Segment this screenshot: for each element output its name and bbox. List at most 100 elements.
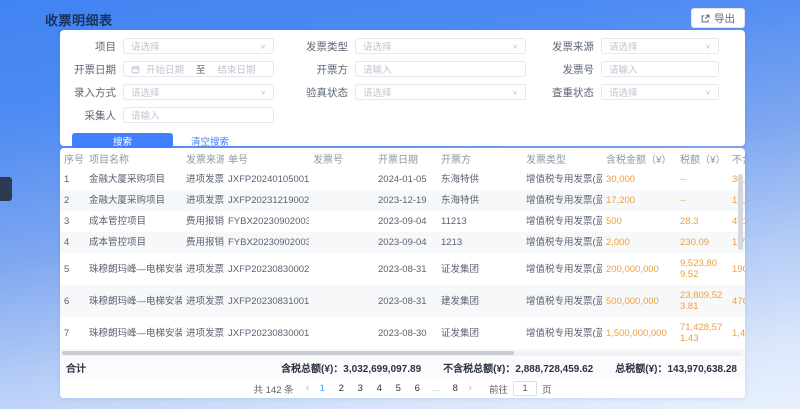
table-row: 5珠穆朗玛峰—电梯安装进项发票JXFP202308300022023-08-31… <box>60 253 745 285</box>
page-button[interactable]: 3 <box>354 383 366 394</box>
table-row: 6珠穆朗玛峰—电梯安装进项发票JXFP202308310012023-08-31… <box>60 285 745 317</box>
table-row: 7珠穆朗玛峰—电梯安装进项发票JXFP202308300012023-08-30… <box>60 317 745 349</box>
cell-issuer: 东海特供 <box>437 169 522 190</box>
cell-no: 1 <box>60 169 85 190</box>
column-header: 含税金额（¥） <box>602 148 676 169</box>
total-incl-tax: 含税总额(¥)：3,032,699,097.89 <box>281 360 421 375</box>
filter-select[interactable]: 请选择∨ <box>355 38 526 54</box>
filter-input[interactable]: 请输入 <box>601 61 719 77</box>
prev-page-icon[interactable]: ‹ <box>306 383 310 394</box>
filter-field-label: 验真状态 <box>290 85 348 100</box>
date-range-picker[interactable]: 开始日期至结束日期 <box>123 61 274 77</box>
page-list: 123456...8 <box>316 383 461 394</box>
filter-field: 项目请选择∨ <box>64 38 290 54</box>
cell-date: 2023-09-04 <box>374 211 437 232</box>
column-header: 发票号 <box>309 148 374 169</box>
filter-select[interactable]: 请选择∨ <box>601 84 719 100</box>
cell-invoice-no <box>309 190 374 211</box>
input-placeholder: 请输入 <box>363 62 392 76</box>
clear-search-link[interactable]: 清空搜索 <box>191 134 229 148</box>
filter-select[interactable]: 请选择∨ <box>123 84 274 100</box>
cell-project: 成本管控项目 <box>85 211 182 232</box>
cell-project: 金融大厦采购项目 <box>85 190 182 211</box>
page-title: 收票明细表 <box>45 10 113 29</box>
column-header: 单号 <box>224 148 309 169</box>
page-button[interactable]: 6 <box>411 383 423 394</box>
search-button[interactable]: 搜索 <box>72 133 173 148</box>
pagination: 共 142 条 ‹ 123456...8 › 前往 页 <box>60 379 745 398</box>
filter-select[interactable]: 请选择∨ <box>355 84 526 100</box>
cell-type: 增值税专用发票(蓝) <box>522 317 602 349</box>
filter-field: 录入方式请选择∨ <box>64 84 290 100</box>
table-scroll-area: 序号项目名称发票来源单号发票号开票日期开票方发票类型含税金额（¥）税额（¥）不含… <box>60 148 745 355</box>
cell-doc-no: FYBX20230902003 <box>224 232 309 253</box>
cell-no: 6 <box>60 285 85 317</box>
cell-date: 2023-09-04 <box>374 232 437 253</box>
cell-issuer: 1213 <box>437 232 522 253</box>
cell-no: 3 <box>60 211 85 232</box>
cell-amount-incl: 2,000 <box>602 232 676 253</box>
cell-no: 2 <box>60 190 85 211</box>
filter-select[interactable]: 请选择∨ <box>123 38 274 54</box>
filter-field: 发票号请输入 <box>542 61 735 77</box>
cell-invoice-no <box>309 169 374 190</box>
export-button-label: 导出 <box>714 11 735 26</box>
page-button[interactable]: 4 <box>373 383 385 394</box>
cell-date: 2023-12-19 <box>374 190 437 211</box>
column-header: 发票类型 <box>522 148 602 169</box>
chevron-down-icon: ∨ <box>260 42 266 49</box>
sidebar-collapsed-handle[interactable] <box>0 177 12 201</box>
export-button[interactable]: 导出 <box>691 8 745 28</box>
page-button[interactable]: 1 <box>316 383 328 394</box>
page-button[interactable]: 8 <box>449 383 461 394</box>
select-placeholder: 请选择 <box>609 85 638 99</box>
cell-tax: 230.09 <box>676 232 728 253</box>
cell-amount-incl: 500,000,000 <box>602 285 676 317</box>
cell-tax: 71,428,571.43 <box>676 317 728 349</box>
cell-issuer: 证发集团 <box>437 317 522 349</box>
summary-totals: 含税总额(¥)：3,032,699,097.89 不含税总额(¥)：2,888,… <box>281 360 739 375</box>
invoice-table-card: 序号项目名称发票来源单号发票号开票日期开票方发票类型含税金额（¥）税额（¥）不含… <box>60 148 745 398</box>
table-row: 3成本管控项目费用报销FYBX202309020032023-09-041121… <box>60 211 745 232</box>
cell-no: 5 <box>60 253 85 285</box>
horizontal-scrollbar[interactable] <box>62 351 514 355</box>
column-header: 开票日期 <box>374 148 437 169</box>
column-header: 税额（¥） <box>676 148 728 169</box>
filter-select[interactable]: 请选择∨ <box>601 38 719 54</box>
cell-tax: 28.3 <box>676 211 728 232</box>
horizontal-scrollbar-track <box>62 351 741 355</box>
cell-amount-incl: 500 <box>602 211 676 232</box>
filter-input[interactable]: 请输入 <box>355 61 526 77</box>
chevron-down-icon: ∨ <box>260 88 266 95</box>
goto-page-input[interactable] <box>513 381 537 396</box>
cell-amount-excl: 476,190,476.19 <box>728 285 745 317</box>
cell-source: 进项发票 <box>182 253 224 285</box>
cell-tax: 9,523,809.52 <box>676 253 728 285</box>
next-page-icon[interactable]: › <box>468 383 472 394</box>
total-excl-tax: 不含税总额(¥)：2,888,728,459.62 <box>443 360 593 375</box>
goto-label: 前往 <box>489 382 508 396</box>
export-icon <box>701 14 710 23</box>
vertical-scrollbar[interactable] <box>738 174 743 250</box>
cell-no: 4 <box>60 232 85 253</box>
filter-field: 开票方 请输入 <box>290 61 542 77</box>
table-body: 1金融大厦采购项目进项发票JXFP202401050012024-01-05东海… <box>60 169 745 355</box>
column-header: 序号 <box>60 148 85 169</box>
goto-unit: 页 <box>542 382 552 396</box>
cell-source: 费用报销 <box>182 211 224 232</box>
filter-input[interactable]: 请输入 <box>123 107 274 123</box>
page-button[interactable]: 2 <box>335 383 347 394</box>
table-header-row: 序号项目名称发票来源单号发票号开票日期开票方发票类型含税金额（¥）税额（¥）不含… <box>60 148 745 169</box>
date-separator: 至 <box>196 62 206 76</box>
column-header: 项目名称 <box>85 148 182 169</box>
page-button[interactable]: 5 <box>392 383 404 394</box>
cell-project: 珠穆朗玛峰—电梯安装 <box>85 253 182 285</box>
filter-field: 发票来源请选择∨ <box>542 38 735 54</box>
column-header: 开票方 <box>437 148 522 169</box>
summary-label: 合计 <box>66 360 86 375</box>
invoice-table: 序号项目名称发票来源单号发票号开票日期开票方发票类型含税金额（¥）税额（¥）不含… <box>60 148 745 355</box>
filter-field-label: 开票方 <box>290 62 348 77</box>
cell-issuer: 东海特供 <box>437 190 522 211</box>
cell-invoice-no <box>309 317 374 349</box>
input-placeholder: 请输入 <box>609 62 638 76</box>
